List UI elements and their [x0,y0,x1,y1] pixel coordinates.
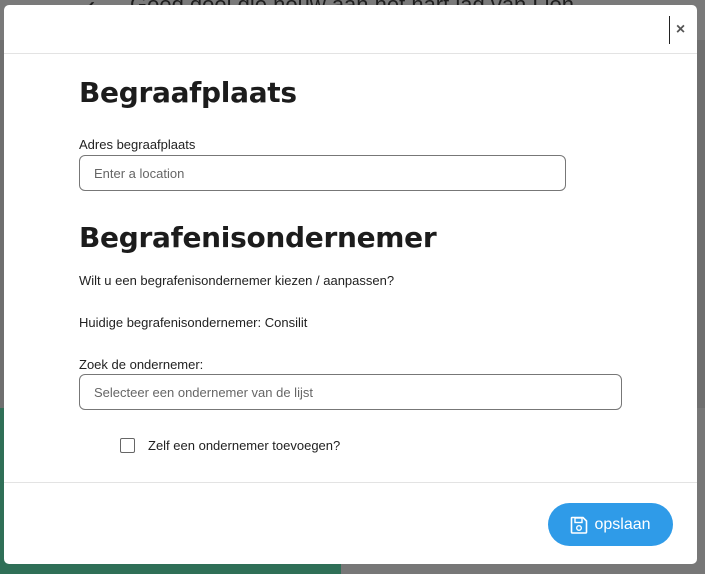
cemetery-address-input[interactable]: Enter a location [79,155,566,191]
floppy-disk-icon [571,516,588,534]
cemetery-address-placeholder: Enter a location [94,165,185,181]
cemetery-heading: Begraafplaats [79,76,297,109]
add-self-row: Zelf een ondernemer toevoegen? [120,438,340,453]
undertaker-heading: Begrafenisondernemer [79,221,437,254]
undertaker-search-input[interactable]: Selecteer een ondernemer van de lijst [79,374,622,410]
save-button[interactable]: opslaan [548,503,673,546]
modal-dialog: × Begraafplaats Adres begraafplaats Ente… [4,5,697,564]
save-label: opslaan [594,515,651,533]
modal-header: × [4,5,697,54]
undertaker-search-label: Zoek de ondernemer: [79,357,204,372]
add-self-checkbox[interactable] [120,438,135,453]
add-self-label: Zelf een ondernemer toevoegen? [148,438,341,453]
close-icon: × [675,21,686,38]
close-button[interactable]: × [669,16,691,44]
modal-footer: opslaan [4,482,697,564]
undertaker-search-placeholder: Selecteer een ondernemer van de lijst [94,384,313,400]
cemetery-address-label: Adres begraafplaats [79,137,196,152]
undertaker-question: Wilt u een begrafenisondernemer kiezen /… [79,273,395,288]
current-undertaker: Huidige begrafenisondernemer: Consilit [79,315,308,330]
